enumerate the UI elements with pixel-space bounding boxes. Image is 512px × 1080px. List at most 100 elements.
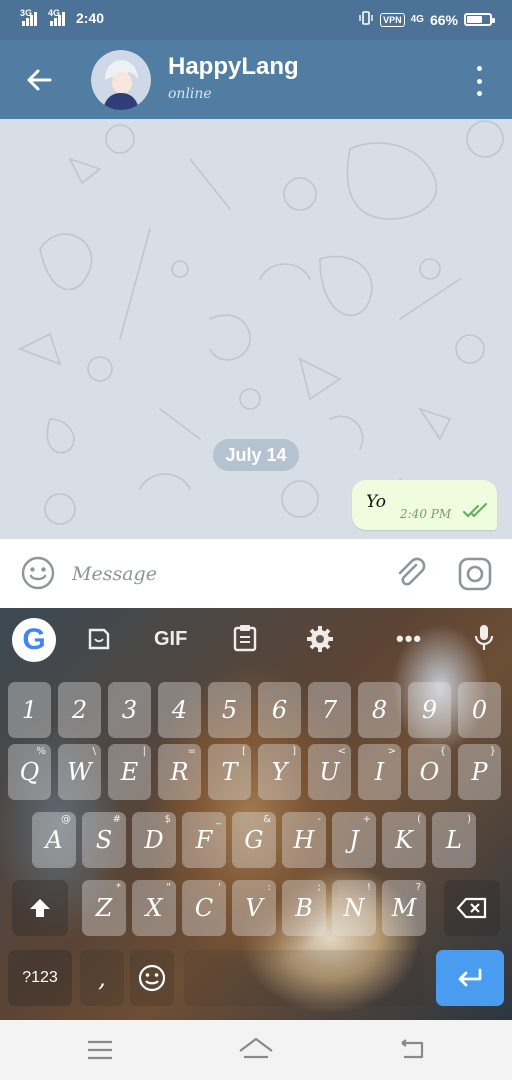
network-type: 4G xyxy=(410,14,424,25)
home-icon xyxy=(239,1037,273,1059)
letter-key[interactable]: Q% xyxy=(8,744,51,800)
status-time: 2:40 xyxy=(76,10,105,26)
gear-icon xyxy=(307,626,333,652)
key-label: 2 xyxy=(71,696,88,724)
number-key[interactable]: 3 xyxy=(108,682,151,738)
key-label: 9 xyxy=(421,696,438,724)
backspace-key[interactable] xyxy=(444,880,500,936)
voice-input-button[interactable] xyxy=(474,623,494,658)
avatar-image-icon xyxy=(91,50,151,110)
shift-key[interactable] xyxy=(12,880,68,936)
enter-arrow-icon xyxy=(458,968,482,987)
letter-key[interactable]: J + xyxy=(332,812,376,868)
key-label: P xyxy=(471,758,488,786)
letter-key[interactable]: I > xyxy=(358,744,401,800)
back-nav-button[interactable] xyxy=(392,1035,432,1065)
settings-button[interactable] xyxy=(306,625,334,658)
smiley-icon xyxy=(21,556,55,590)
letter-key[interactable]: G & xyxy=(232,812,276,868)
emoji-key[interactable] xyxy=(130,950,174,1006)
key-label: I xyxy=(374,758,385,786)
status-right: VPN 4G 66% xyxy=(358,10,495,29)
dot-icon xyxy=(476,78,482,84)
letter-key[interactable]: O{ xyxy=(408,744,451,800)
number-key[interactable]: 2 xyxy=(58,682,101,738)
outgoing-message-bubble[interactable]: Yo 2:40 PM xyxy=(352,480,497,530)
letter-key[interactable]: D $ xyxy=(132,812,176,868)
clipboard-button[interactable] xyxy=(232,624,258,657)
gif-button[interactable]: GIF xyxy=(154,628,187,651)
key-label: U xyxy=(319,758,340,786)
key-secondary-label: * xyxy=(116,882,121,893)
number-key[interactable]: 0 xyxy=(458,682,501,738)
letter-key[interactable]: B; xyxy=(282,880,326,936)
emoji-button[interactable] xyxy=(20,555,56,591)
letter-key[interactable]: E | xyxy=(108,744,151,800)
letter-key[interactable]: R = xyxy=(158,744,201,800)
key-label: S xyxy=(95,826,113,854)
number-key[interactable]: 6 xyxy=(258,682,301,738)
chat-header: HappyLang online xyxy=(0,40,512,119)
letter-key[interactable]: P} xyxy=(458,744,501,800)
key-label: Q xyxy=(19,758,40,786)
double-check-icon xyxy=(463,503,487,517)
letter-key[interactable]: T[ xyxy=(208,744,251,800)
letter-row-2: A @ S # D $ F _ G & H - J + K(L) xyxy=(0,812,512,872)
key-label: H xyxy=(293,826,315,854)
keyboard: G GIF ••• 1234567890 Q% W \ E | R = T[Y] U < I > O{P… xyxy=(0,608,512,1020)
message-input[interactable] xyxy=(72,557,372,591)
vibrate-icon xyxy=(358,10,374,29)
home-button[interactable] xyxy=(236,1035,276,1065)
number-key[interactable]: 7 xyxy=(308,682,351,738)
key-label: 0 xyxy=(471,696,488,724)
letter-key[interactable]: Z * xyxy=(82,880,126,936)
letter-key[interactable]: V: xyxy=(232,880,276,936)
space-key[interactable] xyxy=(184,950,424,1006)
message-text: Yo xyxy=(366,492,386,512)
more-options-button[interactable] xyxy=(472,66,486,96)
camera-button[interactable] xyxy=(456,555,494,593)
letter-key[interactable]: K( xyxy=(382,812,426,868)
letter-key[interactable]: S # xyxy=(82,812,126,868)
letter-key[interactable]: H- xyxy=(282,812,326,868)
number-key[interactable]: 8 xyxy=(358,682,401,738)
key-secondary-label: _ xyxy=(216,814,221,825)
google-search-button[interactable]: G xyxy=(12,618,56,662)
comma-key[interactable]: , xyxy=(80,950,124,1006)
letter-key[interactable]: W \ xyxy=(58,744,101,800)
sticker-button[interactable] xyxy=(86,626,112,657)
letter-key[interactable]: C ' xyxy=(182,880,226,936)
smiley-icon xyxy=(138,964,166,992)
key-secondary-label: : xyxy=(267,882,271,893)
recents-button[interactable] xyxy=(80,1035,120,1065)
letter-key[interactable]: L) xyxy=(432,812,476,868)
enter-key[interactable] xyxy=(436,950,504,1006)
number-key[interactable]: 4 xyxy=(158,682,201,738)
letter-key[interactable]: U < xyxy=(308,744,351,800)
key-label: C xyxy=(194,894,214,922)
key-secondary-label: ) xyxy=(467,814,471,825)
date-separator: July 14 xyxy=(213,439,299,471)
number-key[interactable]: 9 xyxy=(408,682,451,738)
letter-key[interactable]: N! xyxy=(332,880,376,936)
contact-name[interactable]: HappyLang xyxy=(168,53,299,81)
signal-3g-icon: 3G xyxy=(20,8,44,26)
attach-button[interactable] xyxy=(392,555,428,591)
chat-area[interactable]: July 14 Yo 2:40 PM xyxy=(0,119,512,539)
more-tools-icon[interactable]: ••• xyxy=(396,626,422,652)
number-key[interactable]: 5 xyxy=(208,682,251,738)
clipboard-icon xyxy=(233,625,257,652)
key-label: O xyxy=(419,758,440,786)
key-secondary-label: ? xyxy=(415,882,421,893)
key-secondary-label: # xyxy=(112,814,121,825)
back-button[interactable] xyxy=(20,62,60,98)
number-key[interactable]: 1 xyxy=(8,682,51,738)
letter-key[interactable]: F _ xyxy=(182,812,226,868)
key-secondary-label: \ xyxy=(92,746,96,757)
letter-key[interactable]: M? xyxy=(382,880,426,936)
letter-key[interactable]: A @ xyxy=(32,812,76,868)
avatar[interactable] xyxy=(91,50,151,110)
letter-key[interactable]: X " xyxy=(132,880,176,936)
letter-key[interactable]: Y] xyxy=(258,744,301,800)
symbols-key[interactable]: ?123 xyxy=(8,950,72,1006)
